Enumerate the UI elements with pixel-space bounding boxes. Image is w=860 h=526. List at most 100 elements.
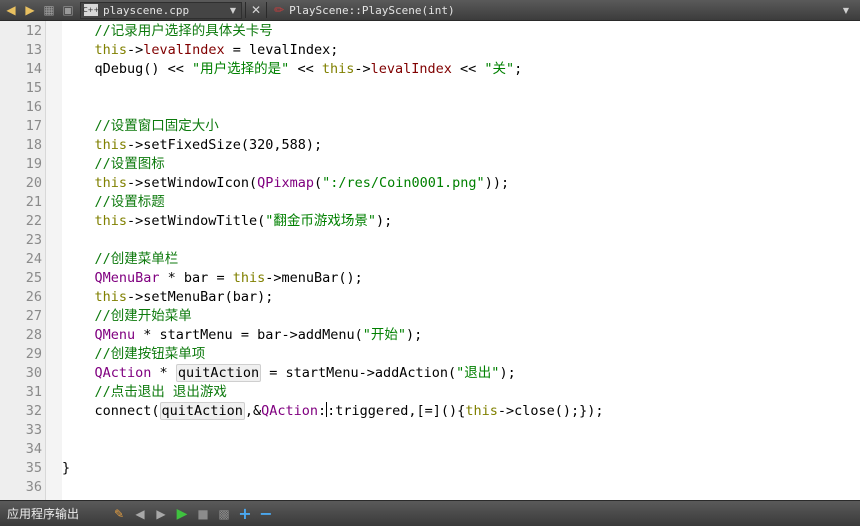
clear-output-icon[interactable]: ✎ (110, 505, 128, 523)
code-text[interactable]: //点击退出 退出游戏 (62, 383, 227, 402)
highlighted-symbol: quitAction (175, 364, 262, 382)
code-token: qDebug() << (62, 61, 193, 77)
code-line[interactable]: 20 this->setWindowIcon(QPixmap(":/res/Co… (0, 174, 860, 193)
code-text[interactable]: //设置图标 (62, 155, 165, 174)
code-token: QPixmap (257, 175, 314, 191)
previous-item-icon[interactable]: ◀ (131, 505, 149, 523)
code-line[interactable]: 15 (0, 79, 860, 98)
code-line[interactable]: 13 this->levalIndex = levalIndex; (0, 41, 860, 60)
line-number: 28 (25, 327, 42, 343)
line-number: 15 (25, 80, 42, 96)
split-icon[interactable]: ▦ (41, 2, 57, 18)
line-number: 36 (25, 479, 42, 495)
code-text[interactable]: //创建菜单栏 (62, 250, 179, 269)
code-line[interactable]: 12 //记录用户选择的具体关卡号 (0, 22, 860, 41)
code-line[interactable]: 21 //设置标题 (0, 193, 860, 212)
code-line[interactable]: 32 connect(quitAction ,&QAction::triggere… (0, 402, 860, 421)
attach-debugger-icon[interactable]: ▩ (215, 505, 233, 523)
code-token: //点击退出 退出游戏 (62, 384, 227, 400)
code-line[interactable]: 30 QAction * quitAction = startMenu->add… (0, 364, 860, 383)
code-token: ->setMenuBar(bar); (127, 289, 274, 305)
chevron-down-icon[interactable]: ▼ (230, 6, 236, 15)
code-text[interactable]: QMenu * startMenu = bar->addMenu("开始"); (62, 326, 423, 345)
code-editor[interactable]: 12 //记录用户选择的具体关卡号 13 this->levalIndex = l… (0, 21, 860, 500)
code-text[interactable]: //创建开始菜单 (62, 307, 192, 326)
code-line[interactable]: 29 //创建按钮菜单项 (0, 345, 860, 364)
close-document-icon[interactable]: ✕ (249, 3, 263, 17)
code-token: levalIndex (143, 42, 225, 58)
code-text[interactable]: //记录用户选择的具体关卡号 (62, 22, 273, 41)
line-number: 17 (25, 118, 42, 134)
code-line[interactable]: 24 //创建菜单栏 (0, 250, 860, 269)
code-text[interactable]: connect(quitAction ,&QAction::triggered,[… (62, 402, 604, 421)
code-text[interactable]: //设置标题 (62, 193, 165, 212)
code-token: ->setWindowIcon( (127, 175, 258, 191)
code-line[interactable]: 14 qDebug() << "用户选择的是" << this->levalIn… (0, 60, 860, 79)
run-icon[interactable]: ▶ (173, 505, 191, 523)
code-text[interactable]: //创建按钮菜单项 (62, 345, 206, 364)
code-line[interactable]: 22 this->setWindowTitle("翻金币游戏场景"); (0, 212, 860, 231)
code-text[interactable]: //设置窗口固定大小 (62, 117, 219, 136)
code-line[interactable]: 18 this->setFixedSize(320,588); (0, 136, 860, 155)
code-token: ":/res/Coin0001.png" (322, 175, 485, 191)
code-text[interactable]: qDebug() << "用户选择的是" << this->levalIndex… (62, 60, 523, 79)
code-token: ); (499, 365, 516, 381)
code-token: ); (375, 213, 393, 229)
code-text[interactable]: this->setWindowTitle("翻金币游戏场景"); (62, 212, 393, 231)
code-line[interactable]: 17 //设置窗口固定大小 (0, 117, 860, 136)
code-line[interactable]: 19 //设置图标 (0, 155, 860, 174)
output-pane-title: 应用程序输出 (7, 507, 80, 521)
code-token: ->setWindowTitle( (127, 213, 266, 229)
code-line[interactable]: 26 this->setMenuBar(bar); (0, 288, 860, 307)
code-token: * startMenu = bar->addMenu( (135, 327, 363, 343)
code-token: //记录用户选择的具体关卡号 (62, 23, 273, 39)
code-token: QMenuBar (94, 270, 160, 286)
code-text[interactable]: QMenuBar * bar = this->menuBar(); (62, 269, 363, 288)
code-token: = levalIndex; (224, 42, 339, 58)
code-token: //创建按钮菜单项 (62, 346, 206, 362)
next-item-icon[interactable]: ▶ (152, 505, 170, 523)
zoom-out-icon[interactable]: − (257, 504, 275, 523)
output-pane-bar: 应用程序输出 ✎ ◀ ▶ ▶ ■ ▩ + − (0, 500, 860, 526)
code-text[interactable]: this->setMenuBar(bar); (62, 288, 274, 307)
back-arrow-icon[interactable]: ◀ (3, 2, 19, 18)
code-token: * bar = (159, 270, 233, 286)
code-line[interactable]: 31 //点击退出 退出游戏 (0, 383, 860, 402)
current-symbol: PlayScene::PlayScene(int) (289, 3, 455, 17)
line-number: 26 (25, 289, 42, 305)
code-line[interactable]: 16 (0, 98, 860, 117)
code-line[interactable]: 23 (0, 231, 860, 250)
symbol-combo[interactable]: ✏ PlayScene::PlayScene(int) ▼ (270, 2, 854, 19)
code-token: << (289, 61, 322, 77)
line-number: 35 (25, 460, 42, 476)
code-line[interactable]: 36 (0, 478, 860, 497)
code-text[interactable]: QAction * quitAction = startMenu->addAct… (62, 364, 516, 383)
code-token: ( (313, 175, 323, 191)
lock-icon[interactable]: ▣ (60, 2, 76, 18)
forward-arrow-icon[interactable]: ▶ (22, 2, 38, 18)
zoom-in-icon[interactable]: + (236, 504, 254, 523)
code-text[interactable]: } (62, 459, 70, 478)
code-token: "关" (484, 61, 515, 77)
code-text[interactable]: this->setFixedSize(320,588); (62, 136, 323, 155)
line-number: 34 (25, 441, 42, 457)
stop-icon[interactable]: ■ (194, 505, 212, 523)
line-number: 14 (25, 61, 42, 77)
chevron-down-icon[interactable]: ▼ (843, 6, 849, 15)
code-line[interactable]: 34 (0, 440, 860, 459)
code-token: "退出" (456, 365, 500, 381)
code-token: //设置标题 (62, 194, 165, 210)
code-line[interactable]: 35} (0, 459, 860, 478)
code-text[interactable]: this->setWindowIcon(QPixmap(":/res/Coin0… (62, 174, 510, 193)
code-token: //创建菜单栏 (62, 251, 179, 267)
open-documents-combo[interactable]: C++ playscene.cpp ▼ (80, 1, 242, 19)
code-line[interactable]: 25 QMenuBar * bar = this->menuBar(); (0, 269, 860, 288)
code-token: QAction (94, 365, 152, 381)
code-line[interactable]: 27 //创建开始菜单 (0, 307, 860, 326)
code-line[interactable]: 33 (0, 421, 860, 440)
line-number: 23 (25, 232, 42, 248)
line-number: 13 (25, 42, 42, 58)
code-line[interactable]: 28 QMenu * startMenu = bar->addMenu("开始"… (0, 326, 860, 345)
code-text[interactable]: this->levalIndex = levalIndex; (62, 41, 339, 60)
